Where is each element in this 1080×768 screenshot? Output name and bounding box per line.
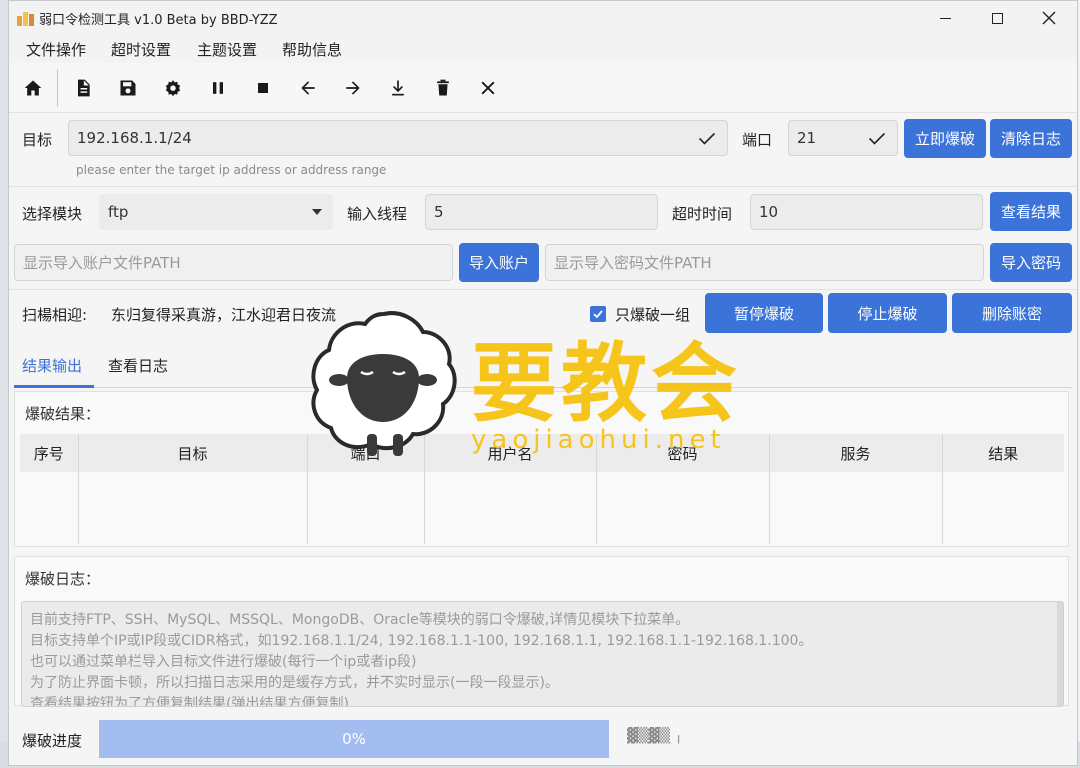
threads-label: 输入线程 xyxy=(347,205,408,223)
check-icon xyxy=(697,128,717,148)
toolbar xyxy=(9,63,1077,113)
target-hint: please enter the target ip address or ad… xyxy=(76,163,387,177)
import-passwords-button[interactable]: 导入密码 xyxy=(990,243,1072,282)
import-users-button[interactable]: 导入账户 xyxy=(459,243,539,282)
log-line: 查看结果按钮为了方便复制结果(弹出结果方便复制) xyxy=(30,696,349,707)
download-button[interactable] xyxy=(385,75,411,101)
stop-icon xyxy=(258,83,268,93)
column-header[interactable]: 结果 xyxy=(942,434,1064,472)
sheep-logo-icon xyxy=(311,311,457,456)
download-icon xyxy=(392,80,404,96)
log-line: 为了防止界面卡顿，所以扫描日志采用的是缓存方式，并不实时显示(一段一段显示)。 xyxy=(30,675,559,691)
watermark-title: 要教会 xyxy=(471,333,741,434)
close-icon xyxy=(1042,11,1056,25)
target-label: 目标 xyxy=(22,131,53,149)
save-button[interactable] xyxy=(115,75,141,101)
back-button[interactable] xyxy=(295,75,321,101)
menu-file[interactable]: 文件操作 xyxy=(26,39,86,60)
blurred-stamp: ▓▒▓▒ ╷ xyxy=(627,728,683,744)
progress-value: 0% xyxy=(342,730,366,748)
scan-label: 扫楊相迎: xyxy=(22,306,88,324)
log-textarea[interactable]: 目前支持FTP、SSH、MySQL、MSSQL、MongoDB、Oracle等模… xyxy=(21,601,1064,707)
column-header[interactable]: 目标 xyxy=(78,434,308,472)
view-results-button[interactable]: 查看结果 xyxy=(990,192,1072,231)
app-logo-icon xyxy=(17,10,35,26)
stop-button[interactable] xyxy=(250,75,276,101)
results-title: 爆破结果： xyxy=(25,405,101,423)
port-input[interactable]: 21 xyxy=(788,120,898,156)
tab-view-log[interactable]: 查看日志 xyxy=(108,355,168,376)
clear-log-button[interactable]: 清除日志 xyxy=(990,119,1072,158)
tab-results[interactable]: 结果输出 xyxy=(22,355,82,376)
log-line: 目标支持单个IP或IP段或CIDR格式，如192.168.1.1/24, 192… xyxy=(30,633,813,649)
progress-label: 爆破进度 xyxy=(22,732,83,750)
pause-button[interactable] xyxy=(205,75,231,101)
forward-button[interactable] xyxy=(340,75,366,101)
threads-input[interactable]: 5 xyxy=(425,194,658,230)
scan-quote: 东归复得采真游，江水迎君日夜流 xyxy=(111,306,337,324)
toolbar-divider xyxy=(57,69,58,107)
stop-attack-button[interactable]: 停止爆破 xyxy=(828,293,947,333)
timeout-input[interactable]: 10 xyxy=(750,194,983,230)
active-tab-indicator xyxy=(14,385,94,388)
minimize-button[interactable] xyxy=(919,1,971,35)
target-input[interactable]: 192.168.1.1/24 xyxy=(68,120,728,156)
delete-credentials-button[interactable]: 删除账密 xyxy=(952,293,1072,333)
port-input-value: 21 xyxy=(797,129,817,147)
log-scrollbar[interactable] xyxy=(1057,602,1063,706)
column-header[interactable]: 服务 xyxy=(769,434,943,472)
pause-icon xyxy=(213,82,223,94)
timeout-input-value: 10 xyxy=(759,203,779,221)
column-header[interactable]: 序号 xyxy=(20,434,79,472)
close-window-button[interactable] xyxy=(1023,1,1075,35)
home-button[interactable] xyxy=(20,75,46,101)
log-line: 目前支持FTP、SSH、MySQL、MSSQL、MongoDB、Oracle等模… xyxy=(30,612,690,628)
trash-icon xyxy=(437,79,449,96)
password-file-path-placeholder: 显示导入密码文件PATH xyxy=(554,254,712,272)
row-divider xyxy=(9,289,1077,290)
menu-bar: 文件操作 超时设置 主题设置 帮助信息 xyxy=(9,35,1077,63)
close-icon xyxy=(481,81,495,95)
window-title: 弱口令检测工具 v1.0 Beta by BBD-YZZ xyxy=(39,13,278,28)
log-title: 爆破日志： xyxy=(25,570,101,588)
chevron-down-icon xyxy=(312,209,322,215)
row-divider xyxy=(9,186,1077,187)
start-attack-button[interactable]: 立即爆破 xyxy=(904,119,986,158)
watermark-url: yaojiaohui.net xyxy=(471,425,726,455)
empty-table-row xyxy=(20,472,1064,544)
menu-timeout[interactable]: 超时设置 xyxy=(111,39,171,60)
maximize-icon xyxy=(991,12,1003,24)
log-panel: 爆破日志： 目前支持FTP、SSH、MySQL、MSSQL、MongoDB、Or… xyxy=(14,556,1069,707)
close-tool-button[interactable] xyxy=(475,75,501,101)
target-input-value: 192.168.1.1/24 xyxy=(77,129,192,147)
module-select-value: ftp xyxy=(108,203,129,221)
port-label: 端口 xyxy=(742,131,773,149)
user-file-path-placeholder: 显示导入账户文件PATH xyxy=(23,254,181,272)
file-icon xyxy=(78,79,90,97)
check-icon xyxy=(867,128,887,148)
app-window: 弱口令检测工具 v1.0 Beta by BBD-YZZ 文件操作 超时设置 主… xyxy=(8,0,1078,766)
user-file-path-field[interactable]: 显示导入账户文件PATH xyxy=(14,244,453,281)
minimize-icon xyxy=(939,17,951,19)
password-file-path-field[interactable]: 显示导入密码文件PATH xyxy=(545,244,984,281)
home-icon xyxy=(24,80,42,96)
module-select[interactable]: ftp xyxy=(99,194,333,230)
title-bar[interactable]: 弱口令检测工具 v1.0 Beta by BBD-YZZ xyxy=(9,1,1077,35)
gear-icon xyxy=(165,80,181,97)
save-icon xyxy=(120,80,136,96)
delete-button[interactable] xyxy=(430,75,456,101)
menu-theme[interactable]: 主题设置 xyxy=(197,39,257,60)
menu-help[interactable]: 帮助信息 xyxy=(282,39,342,60)
progress-bar: 0% xyxy=(99,720,609,758)
new-file-button[interactable] xyxy=(70,75,96,101)
arrow-right-icon xyxy=(346,81,360,95)
threads-input-value: 5 xyxy=(434,203,444,221)
log-line: 也可以通过菜单栏导入目标文件进行爆破(每行一个ip或者ip段) xyxy=(30,654,417,670)
module-label: 选择模块 xyxy=(22,205,83,223)
timeout-label: 超时时间 xyxy=(672,205,733,223)
settings-button[interactable] xyxy=(160,75,186,101)
maximize-button[interactable] xyxy=(971,1,1023,35)
arrow-left-icon xyxy=(301,81,315,95)
